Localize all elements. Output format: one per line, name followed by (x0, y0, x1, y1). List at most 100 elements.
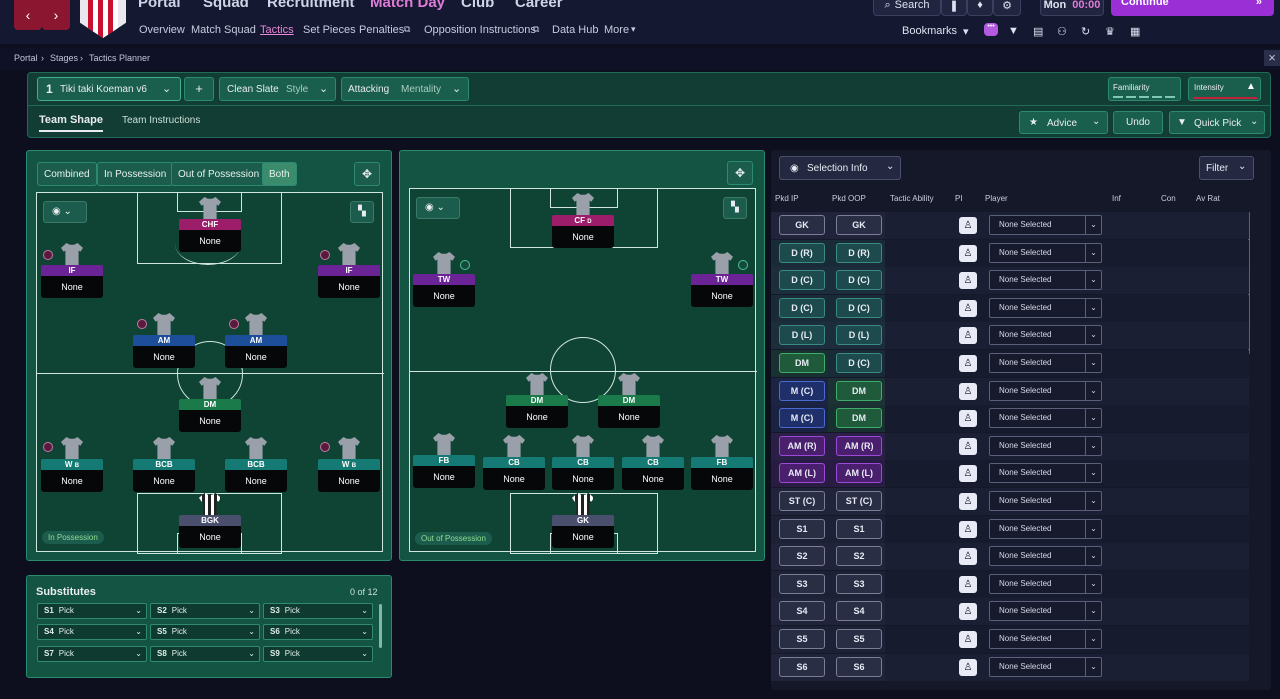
sub-slot-s4[interactable]: S4 Pick ⌄ (37, 624, 147, 640)
sub-slot-s7[interactable]: S7 Pick ⌄ (37, 646, 147, 662)
player-select[interactable]: None Selected ⌄ (989, 491, 1102, 511)
pkd-ip-cell[interactable]: S6 (779, 656, 825, 677)
header-pi[interactable]: PI (955, 194, 963, 203)
sub-slot-s6[interactable]: S6 Pick ⌄ (263, 624, 373, 640)
tab-combined[interactable]: Combined (37, 162, 97, 186)
sub-slot-s2[interactable]: S2 Pick ⌄ (150, 603, 260, 619)
person-icon[interactable]: ♙ (959, 465, 977, 483)
player-select[interactable]: None Selected ⌄ (989, 546, 1102, 567)
player-select[interactable]: None Selected ⌄ (989, 601, 1102, 622)
pkd-oop-cell[interactable]: S2 (836, 546, 882, 567)
menu-club[interactable]: Club (461, 0, 494, 11)
subnav-more[interactable]: More (604, 24, 629, 36)
person-icon[interactable]: ♙ (959, 520, 977, 538)
sub-slot-s5[interactable]: S5 Pick ⌄ (150, 624, 260, 640)
tab-both[interactable]: Both (262, 162, 297, 186)
tab-team-instructions[interactable]: Team Instructions (122, 115, 200, 126)
menu-match-day[interactable]: Match Day (370, 0, 445, 11)
pkd-ip-cell[interactable]: S2 (779, 546, 825, 567)
header-con[interactable]: Con (1161, 194, 1176, 203)
person-icon[interactable]: ♙ (959, 327, 977, 345)
grid-icon[interactable]: ▚ (350, 201, 374, 223)
person-icon[interactable]: ♙ (959, 382, 977, 400)
pkd-oop-cell[interactable]: GK (836, 215, 882, 235)
player-select[interactable]: None Selected ⌄ (989, 629, 1102, 649)
microphone-icon[interactable]: ♦ (967, 0, 993, 16)
pkd-ip-cell[interactable]: D (C) (779, 270, 825, 291)
pkd-oop-cell[interactable]: S6 (836, 656, 882, 677)
person-icon[interactable]: ♙ (959, 299, 977, 317)
pkd-ip-cell[interactable]: ST (C) (779, 491, 825, 511)
player-select[interactable]: None Selected ⌄ (989, 215, 1102, 235)
player-slot[interactable]: BCB None (133, 437, 195, 492)
pkd-oop-cell[interactable]: D (C) (836, 297, 882, 318)
search-button[interactable]: ⌕ Search (873, 0, 941, 16)
player-slot[interactable]: CF D None (552, 193, 614, 248)
player-select[interactable]: None Selected ⌄ (989, 463, 1102, 484)
bookmark-icon[interactable]: ❚ (941, 0, 967, 16)
player-select[interactable]: None Selected ⌄ (989, 380, 1102, 401)
menu-recruitment[interactable]: Recruitment (267, 0, 355, 11)
shirt-icon[interactable]: ▼ (1008, 25, 1019, 37)
formation-settings-icon[interactable]: ✥ (727, 161, 753, 185)
pkd-oop-cell[interactable]: DM (836, 408, 882, 429)
pkd-oop-cell[interactable]: ST (C) (836, 491, 882, 511)
pkd-ip-cell[interactable]: AM (L) (779, 463, 825, 484)
tab-team-shape[interactable]: Team Shape (39, 114, 103, 132)
refresh-icon[interactable]: ↻ (1081, 25, 1090, 38)
person-icon[interactable]: ♙ (959, 410, 977, 428)
pkd-ip-cell[interactable]: S1 (779, 518, 825, 539)
player-slot[interactable]: DM None (506, 373, 568, 428)
advice-button[interactable]: ★ Advice ⌄ (1019, 111, 1108, 134)
person-icon[interactable]: ♙ (959, 437, 977, 455)
player-select[interactable]: None Selected ⌄ (989, 242, 1102, 263)
player-slot[interactable]: BCB None (225, 437, 287, 492)
scrollbar[interactable] (379, 604, 382, 648)
person-icon[interactable]: ♙ (959, 272, 977, 290)
subnav-data-hub[interactable]: Data Hub (552, 24, 598, 36)
pkd-ip-cell[interactable]: M (C) (779, 380, 825, 401)
pkd-ip-cell[interactable]: D (C) (779, 297, 825, 318)
player-select[interactable]: None Selected ⌄ (989, 518, 1102, 539)
tab-in-possession[interactable]: In Possession (97, 162, 174, 186)
selection-info-dropdown[interactable]: ◉ Selection Info ⌄ (779, 156, 901, 180)
player-slot[interactable]: CB None (552, 435, 614, 490)
calendar-icon[interactable]: ▦ (1130, 25, 1140, 38)
chat-icon[interactable]: ••• (984, 23, 998, 36)
subnav-penalties[interactable]: Penalties (359, 24, 404, 36)
player-slot[interactable]: CHF None (179, 197, 241, 252)
player-slot[interactable]: DM None (598, 373, 660, 428)
pkd-ip-cell[interactable]: S4 (779, 601, 825, 622)
pkd-oop-cell[interactable]: S1 (836, 518, 882, 539)
person-icon[interactable]: ♙ (959, 217, 977, 234)
header-player[interactable]: Player (985, 194, 1008, 203)
subnav-overview[interactable]: Overview (139, 24, 185, 36)
bookmarks-dropdown[interactable]: Bookmarks (902, 25, 957, 37)
menu-career[interactable]: Career (515, 0, 563, 11)
intensity-meter[interactable]: Intensity ▲ (1188, 77, 1261, 101)
pkd-oop-cell[interactable]: D (L) (836, 325, 882, 346)
grid-icon[interactable]: ▚ (723, 197, 747, 219)
pkd-oop-cell[interactable]: D (C) (836, 270, 882, 291)
quick-pick-button[interactable]: ▼ Quick Pick ⌄ (1169, 111, 1265, 134)
player-slot[interactable]: DM None (179, 377, 241, 432)
header-av-rat[interactable]: Av Rat (1196, 194, 1220, 203)
pkd-oop-cell[interactable]: AM (R) (836, 435, 882, 456)
breadcrumb-portal[interactable]: Portal (14, 53, 38, 63)
familiarity-meter[interactable]: Familiarity (1108, 77, 1181, 101)
style-dropdown[interactable]: Clean Slate Style ⌄ (219, 77, 336, 101)
tactic-selector[interactable]: 1 Tiki taki Koeman v6 ⌄ (37, 77, 181, 101)
clipboard-icon[interactable]: ▤ (1033, 25, 1043, 38)
mentality-dropdown[interactable]: Attacking Mentality ⌄ (341, 77, 469, 101)
pkd-ip-cell[interactable]: GK (779, 215, 825, 235)
gear-icon[interactable]: ⚙ (993, 0, 1021, 16)
player-select[interactable]: None Selected ⌄ (989, 353, 1102, 373)
header-tactic-ability[interactable]: Tactic Ability (890, 194, 934, 203)
player-select[interactable]: None Selected ⌄ (989, 435, 1102, 456)
pkd-ip-cell[interactable]: DM (779, 353, 825, 373)
player-select[interactable]: None Selected ⌄ (989, 297, 1102, 318)
header-pkd-oop[interactable]: Pkd OOP (832, 194, 866, 203)
subnav-opposition-instructions[interactable]: Opposition Instructions (424, 24, 536, 36)
pkd-oop-cell[interactable]: S3 (836, 573, 882, 594)
player-select[interactable]: None Selected ⌄ (989, 656, 1102, 677)
